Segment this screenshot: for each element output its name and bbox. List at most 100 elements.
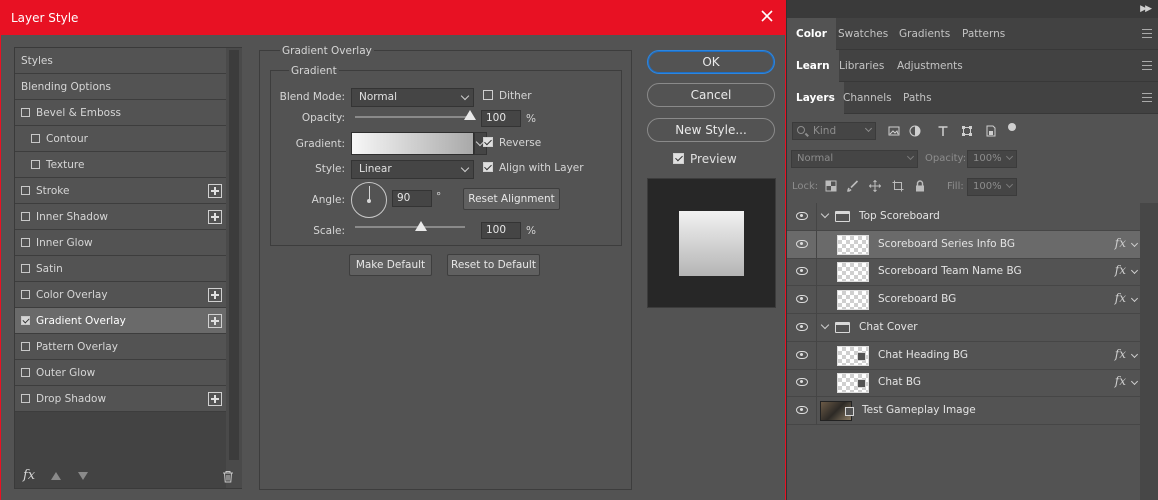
reverse-checkbox[interactable]: Reverse — [483, 137, 541, 149]
chevron-down-icon[interactable] — [820, 320, 830, 330]
eye-icon[interactable] — [796, 267, 808, 275]
reverse-box[interactable] — [483, 137, 493, 147]
arrow-down-icon[interactable] — [78, 472, 88, 480]
style-checkbox[interactable] — [21, 316, 30, 325]
chevron-down-icon[interactable] — [1130, 294, 1139, 303]
tab-swatches[interactable]: Swatches — [829, 18, 897, 50]
reset-alignment-button[interactable]: Reset Alignment — [463, 188, 560, 210]
eye-icon[interactable] — [796, 351, 808, 359]
chevron-down-icon[interactable] — [1130, 350, 1139, 359]
opacity-slider-track[interactable] — [355, 116, 470, 118]
layer-filter-select[interactable]: Kind — [792, 122, 876, 140]
layer-row-chat-heading-bg[interactable]: Chat Heading BG fx — [787, 342, 1140, 370]
style-checkbox[interactable] — [31, 160, 40, 169]
layer-opacity-input[interactable]: 100% — [967, 150, 1017, 168]
style-checkbox[interactable] — [21, 108, 30, 117]
layer-row-top-scoreboard[interactable]: Top Scoreboard — [787, 203, 1140, 231]
new-style-button[interactable]: New Style... — [647, 118, 775, 142]
fx-icon[interactable]: fx — [1115, 263, 1126, 277]
tab-gradients[interactable]: Gradients — [890, 18, 959, 50]
cancel-button[interactable]: Cancel — [647, 83, 775, 107]
dither-checkbox[interactable]: Dither — [483, 90, 532, 102]
style-item-inner-shadow[interactable]: Inner Shadow — [15, 204, 226, 230]
style-checkbox[interactable] — [21, 368, 30, 377]
layer-blend-mode-select[interactable]: Normal — [791, 150, 918, 168]
style-item-drop-shadow[interactable]: Drop Shadow — [15, 386, 226, 412]
align-box[interactable] — [483, 162, 493, 172]
chevron-down-icon[interactable] — [1130, 266, 1139, 275]
eye-icon[interactable] — [796, 378, 808, 386]
add-effect-icon[interactable] — [208, 392, 222, 406]
angle-dial[interactable] — [351, 182, 387, 218]
panel-menu-icon[interactable] — [1142, 29, 1152, 38]
chevron-down-icon[interactable] — [1130, 239, 1139, 248]
dither-box[interactable] — [483, 90, 493, 100]
fx-icon[interactable]: fx — [1115, 374, 1126, 388]
collapse-panels-icon[interactable]: ▶▶ — [1140, 4, 1152, 14]
angle-input[interactable]: 90 — [392, 190, 432, 207]
smart-object-filter-icon[interactable] — [985, 125, 997, 137]
tab-libraries[interactable]: Libraries — [830, 50, 893, 82]
style-checkbox[interactable] — [21, 290, 30, 299]
gradient-swatch[interactable] — [351, 132, 474, 155]
fill-input[interactable]: 100% — [967, 178, 1017, 196]
style-item-pattern-overlay[interactable]: Pattern Overlay — [15, 334, 226, 360]
add-effect-icon[interactable] — [208, 184, 222, 198]
style-checkbox[interactable] — [21, 238, 30, 247]
fx-icon[interactable]: fx — [1115, 347, 1126, 361]
style-checkbox[interactable] — [31, 134, 40, 143]
style-item-contour[interactable]: Contour — [15, 126, 226, 152]
preview-checkbox[interactable]: Preview — [673, 152, 737, 166]
ok-button[interactable]: OK — [647, 50, 775, 74]
dialog-titlebar[interactable]: Layer Style — [1, 0, 785, 35]
arrow-up-icon[interactable] — [51, 472, 61, 480]
align-with-layer-checkbox[interactable]: Align with Layer — [483, 162, 584, 174]
layers-scrollbar[interactable] — [1140, 203, 1158, 500]
lock-pixels-icon[interactable] — [847, 180, 859, 192]
filter-toggle-icon[interactable] — [1008, 123, 1016, 131]
layer-row-chat-bg[interactable]: Chat BG fx — [787, 369, 1140, 397]
layer-row-scoreboard-series-info-bg[interactable]: Scoreboard Series Info BG fx — [787, 231, 1140, 259]
style-checkbox[interactable] — [21, 186, 30, 195]
style-item-blending-options[interactable]: Blending Options — [15, 74, 226, 100]
tab-adjustments[interactable]: Adjustments — [888, 50, 972, 82]
eye-icon[interactable] — [796, 212, 808, 220]
preview-box-check[interactable] — [673, 153, 684, 164]
chevron-down-icon[interactable] — [1130, 377, 1139, 386]
lock-position-icon[interactable] — [869, 180, 881, 192]
scale-slider-thumb[interactable] — [415, 221, 427, 231]
scrollbar-thumb[interactable] — [229, 50, 239, 460]
style-item-satin[interactable]: Satin — [15, 256, 226, 282]
opacity-input[interactable]: 100 — [481, 110, 521, 127]
layer-row-scoreboard-bg[interactable]: Scoreboard BG fx — [787, 286, 1140, 314]
style-checkbox[interactable] — [21, 264, 30, 273]
close-icon[interactable] — [759, 8, 775, 24]
style-item-texture[interactable]: Texture — [15, 152, 226, 178]
panel-menu-icon[interactable] — [1142, 61, 1152, 70]
style-select[interactable]: Linear — [351, 160, 474, 179]
style-checkbox[interactable] — [21, 342, 30, 351]
trash-icon[interactable] — [222, 470, 234, 483]
style-item-bevel-emboss[interactable]: Bevel & Emboss — [15, 100, 226, 126]
add-effect-icon[interactable] — [208, 314, 222, 328]
style-checkbox[interactable] — [21, 212, 30, 221]
layer-row-chat-cover[interactable]: Chat Cover — [787, 314, 1140, 342]
lock-artboard-icon[interactable] — [892, 180, 904, 192]
lock-transparent-icon[interactable] — [825, 180, 837, 192]
scale-slider-track[interactable] — [355, 226, 465, 228]
style-item-stroke[interactable]: Stroke — [15, 178, 226, 204]
make-default-button[interactable]: Make Default — [349, 254, 432, 276]
style-item-styles[interactable]: Styles — [15, 48, 226, 74]
image-filter-icon[interactable] — [888, 125, 900, 137]
reset-to-default-button[interactable]: Reset to Default — [447, 254, 540, 276]
style-checkbox[interactable] — [21, 394, 30, 403]
layer-row-test-gameplay-image[interactable]: Test Gameplay Image — [787, 397, 1140, 425]
adjustment-filter-icon[interactable] — [909, 125, 921, 137]
chevron-down-icon[interactable] — [820, 209, 830, 219]
lock-all-icon[interactable] — [914, 180, 926, 192]
layer-row-scoreboard-team-name-bg[interactable]: Scoreboard Team Name BG fx — [787, 258, 1140, 286]
style-item-outer-glow[interactable]: Outer Glow — [15, 360, 226, 386]
panel-menu-icon[interactable] — [1142, 93, 1152, 102]
blend-mode-select[interactable]: Normal — [351, 88, 474, 107]
opacity-slider-thumb[interactable] — [464, 110, 476, 120]
